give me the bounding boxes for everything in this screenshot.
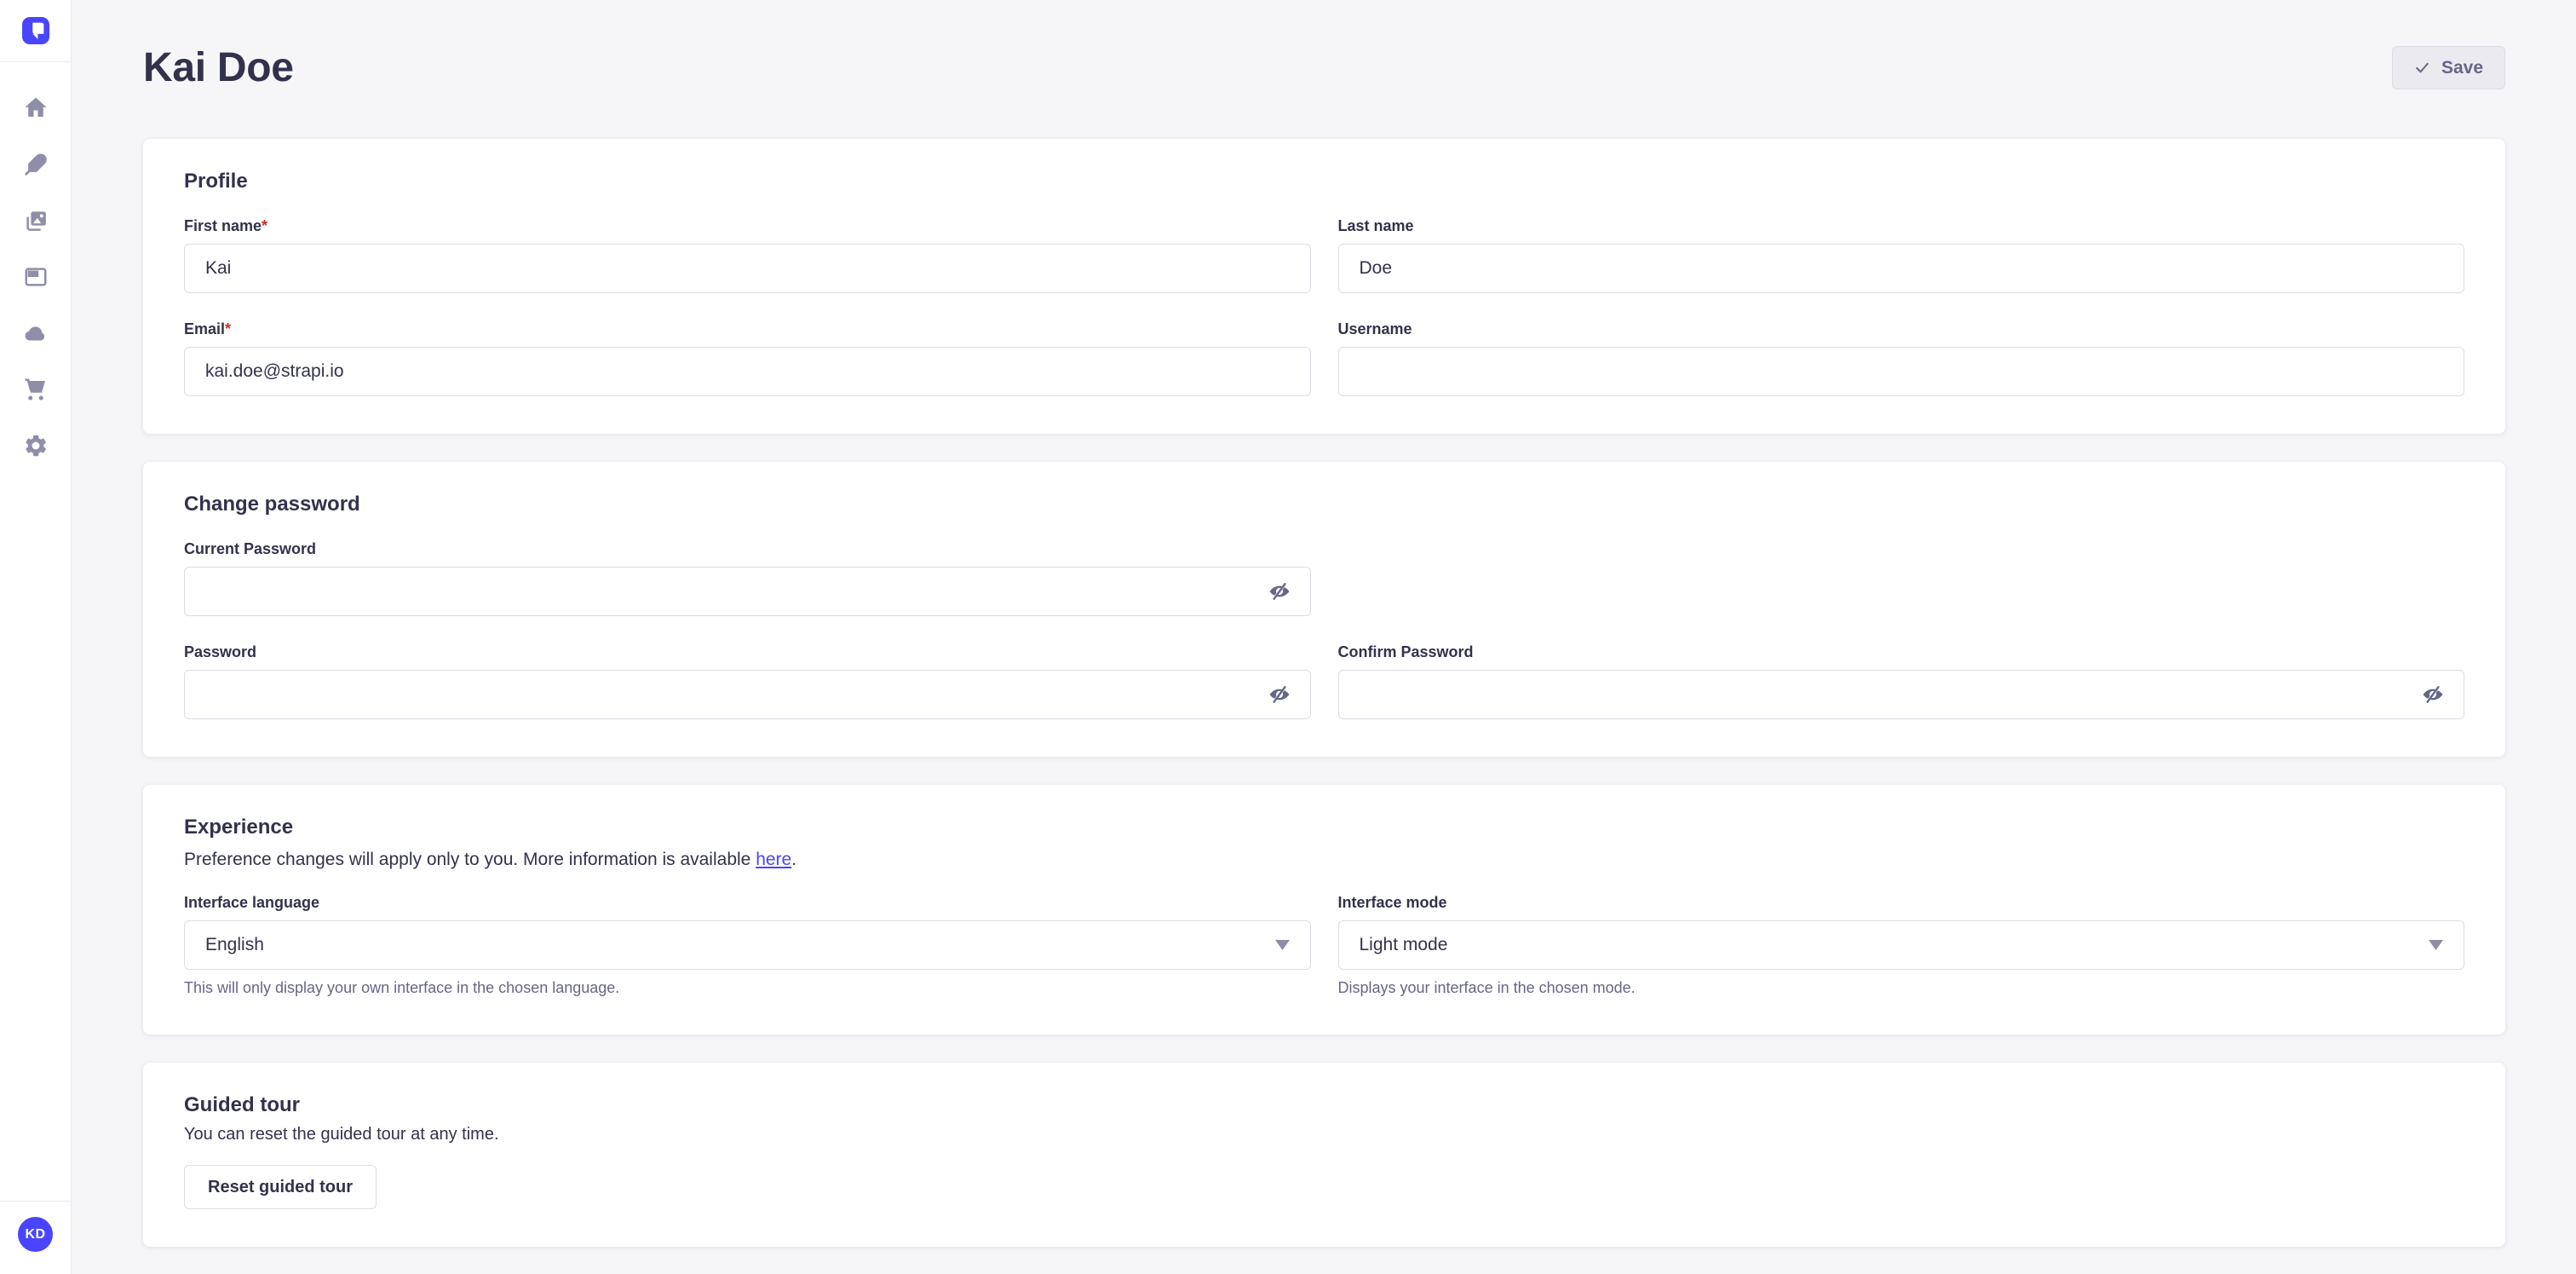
reset-guided-tour-button[interactable]: Reset guided tour	[184, 1165, 377, 1209]
images-icon	[23, 208, 49, 233]
guided-tour-description: You can reset the guided tour at any tim…	[184, 1125, 2464, 1144]
confirm-password-field-group: Confirm Password	[1338, 643, 2465, 719]
required-asterisk: *	[225, 320, 231, 337]
cart-icon	[23, 377, 49, 402]
username-label: Username	[1338, 320, 2465, 338]
save-button-label: Save	[2441, 58, 2483, 78]
eye-off-icon	[1268, 579, 1291, 603]
email-label-text: Email	[184, 320, 225, 337]
current-password-label: Current Password	[184, 540, 1311, 558]
experience-description: Preference changes will apply only to yo…	[184, 850, 2464, 870]
strapi-logo[interactable]	[22, 17, 49, 44]
sidebar-item-content-manager[interactable]	[22, 151, 49, 178]
interface-mode-label: Interface mode	[1338, 894, 2465, 912]
check-icon	[2414, 60, 2430, 76]
main-content: Kai Doe Save Profile First name* Last na…	[72, 0, 2576, 1247]
profile-form: First name* Last name Email* Username	[184, 217, 2464, 396]
save-button[interactable]: Save	[2392, 46, 2505, 89]
interface-language-hint: This will only display your own interfac…	[184, 979, 1311, 997]
nav-icons	[22, 95, 49, 459]
home-icon	[23, 95, 49, 121]
password-input-wrap	[184, 670, 1311, 719]
email-label: Email*	[184, 320, 1311, 338]
interface-mode-value: Light mode	[1360, 935, 1448, 955]
sidebar-footer: KD	[0, 1201, 71, 1274]
experience-description-period: .	[791, 850, 796, 869]
experience-description-text: Preference changes will apply only to yo…	[184, 850, 756, 869]
current-password-input-wrap	[184, 567, 1311, 616]
more-information-link[interactable]: here	[756, 850, 791, 869]
profile-card: Profile First name* Last name Email* Use…	[143, 139, 2505, 434]
chevron-down-icon	[1275, 940, 1290, 950]
sidebar-item-media-library[interactable]	[22, 207, 49, 234]
last-name-label: Last name	[1338, 217, 2465, 235]
experience-heading: Experience	[184, 816, 2464, 839]
username-field-group: Username	[1338, 320, 2465, 396]
first-name-label: First name*	[184, 217, 1311, 235]
last-name-field-group: Last name	[1338, 217, 2465, 293]
email-field-group: Email*	[184, 320, 1311, 396]
cloud-icon	[23, 320, 49, 346]
password-input[interactable]	[184, 670, 1311, 719]
username-input[interactable]	[1338, 347, 2465, 396]
interface-language-select[interactable]: English	[184, 920, 1311, 970]
change-password-form: Current Password Password	[184, 540, 2464, 719]
toggle-current-password-visibility-button[interactable]	[1265, 577, 1294, 606]
email-input[interactable]	[184, 347, 1311, 396]
sidebar-item-marketplace[interactable]	[22, 376, 49, 403]
toggle-confirm-password-visibility-button[interactable]	[2418, 680, 2447, 709]
experience-card: Experience Preference changes will apply…	[143, 785, 2505, 1035]
password-label: Password	[184, 643, 1311, 661]
interface-language-label: Interface language	[184, 894, 1311, 912]
interface-mode-hint: Displays your interface in the chosen mo…	[1338, 979, 2465, 997]
change-password-heading: Change password	[184, 493, 2464, 516]
profile-heading: Profile	[184, 170, 2464, 193]
confirm-password-input-wrap	[1338, 670, 2465, 719]
experience-form: Interface language English This will onl…	[184, 894, 2464, 997]
eye-off-icon	[2421, 683, 2445, 706]
sidebar-item-settings[interactable]	[22, 432, 49, 459]
interface-mode-field-group: Interface mode Light mode Displays your …	[1338, 894, 2465, 997]
feather-icon	[23, 152, 49, 177]
eye-off-icon	[1268, 683, 1291, 706]
page-title: Kai Doe	[143, 44, 294, 91]
confirm-password-input[interactable]	[1338, 670, 2465, 719]
sidebar-item-home[interactable]	[22, 95, 49, 122]
guided-tour-heading: Guided tour	[184, 1093, 2464, 1117]
first-name-label-text: First name	[184, 217, 262, 234]
empty-grid-cell	[1338, 540, 2465, 616]
guided-tour-card: Guided tour You can reset the guided tou…	[143, 1063, 2505, 1247]
toggle-password-visibility-button[interactable]	[1265, 680, 1294, 709]
current-password-field-group: Current Password	[184, 540, 1311, 616]
interface-language-field-group: Interface language English This will onl…	[184, 894, 1311, 997]
strapi-logo-icon	[22, 17, 49, 44]
layout-icon	[23, 264, 49, 290]
gear-icon	[23, 433, 49, 458]
password-field-group: Password	[184, 643, 1311, 719]
logo-container	[0, 0, 71, 62]
confirm-password-label: Confirm Password	[1338, 643, 2465, 661]
first-name-field-group: First name*	[184, 217, 1311, 293]
sidebar-item-content-type-builder[interactable]	[22, 263, 49, 291]
required-asterisk: *	[262, 217, 267, 234]
sidebar: KD	[0, 0, 72, 1274]
last-name-input[interactable]	[1338, 244, 2465, 293]
current-password-input[interactable]	[184, 567, 1311, 616]
interface-language-value: English	[205, 935, 264, 955]
sidebar-item-deploy[interactable]	[22, 320, 49, 347]
user-avatar[interactable]: KD	[18, 1217, 53, 1252]
first-name-input[interactable]	[184, 244, 1311, 293]
page-header: Kai Doe Save	[143, 0, 2505, 139]
change-password-card: Change password Current Password	[143, 462, 2505, 757]
interface-mode-select[interactable]: Light mode	[1338, 920, 2465, 970]
chevron-down-icon	[2429, 940, 2443, 950]
